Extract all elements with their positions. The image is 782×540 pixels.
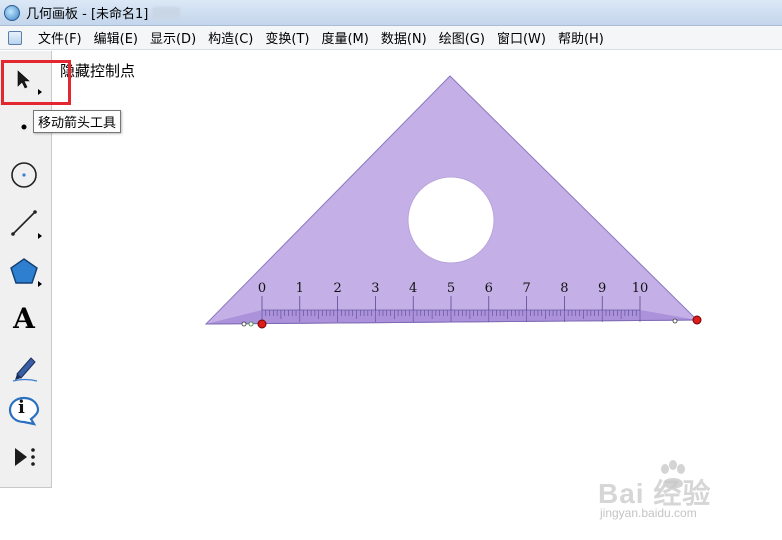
ruler-label: 9 — [598, 281, 606, 296]
text-a-icon: A — [13, 302, 35, 335]
info-glyph: i — [18, 397, 25, 418]
watermark: Bai 经验 jingyan.baidu.com — [598, 460, 748, 524]
document-icon[interactable] — [8, 30, 22, 45]
menu-edit[interactable]: 编辑(E) — [88, 28, 144, 47]
tool-information[interactable]: i — [4, 391, 44, 431]
watermark-url: jingyan.baidu.com — [600, 506, 697, 520]
menu-construct[interactable]: 构造(C) — [202, 28, 259, 47]
title-blur — [152, 6, 181, 19]
tooltip: 移动箭头工具 — [33, 110, 122, 133]
menu-transform[interactable]: 变换(T) — [259, 28, 315, 47]
menu-data[interactable]: 数据(N) — [375, 28, 433, 47]
menu-help[interactable]: 帮助(H) — [552, 28, 610, 47]
tool-marker[interactable] — [4, 347, 44, 387]
window-title: 几何画板 - [未命名1] — [26, 7, 149, 22]
line-segment-icon — [11, 210, 37, 236]
tool-straightedge[interactable] — [4, 203, 44, 243]
menu-file[interactable]: 文件(F) — [32, 28, 88, 47]
tool-polygon[interactable] — [4, 251, 44, 291]
ruler-label: 4 — [409, 281, 417, 296]
ruler-label: 5 — [447, 281, 455, 296]
tool-custom[interactable] — [4, 437, 44, 477]
ruler-label: 6 — [485, 281, 493, 296]
ruler-label: 2 — [333, 281, 341, 296]
tool-more-indicator — [38, 281, 42, 287]
app-icon — [4, 4, 20, 21]
triangle-hole — [407, 176, 495, 264]
point-icon — [21, 124, 27, 130]
small-point[interactable] — [241, 321, 247, 327]
small-point[interactable] — [248, 321, 254, 327]
tool-more-indicator — [38, 89, 42, 95]
small-point[interactable] — [672, 318, 678, 324]
menu-display[interactable]: 显示(D) — [144, 28, 202, 47]
tool-move-arrow[interactable] — [4, 59, 44, 99]
ruler-label: 7 — [522, 281, 530, 296]
triangle-ruler-drawing[interactable]: 0 1 2 3 4 5 6 7 8 9 10 — [200, 70, 720, 340]
control-point-left[interactable] — [257, 319, 267, 329]
ruler-label: 0 — [258, 281, 266, 296]
tool-text[interactable]: A — [4, 299, 44, 339]
tool-compass[interactable] — [4, 155, 44, 195]
play-more-icon — [15, 448, 35, 466]
ruler-label: 10 — [632, 281, 649, 296]
arrow-cursor-icon — [17, 70, 30, 89]
title-bar: 几何画板 - [未命名1] — [0, 0, 782, 26]
polygon-icon — [10, 258, 38, 284]
menu-window[interactable]: 窗口(W) — [491, 28, 552, 47]
menu-graph[interactable]: 绘图(G) — [433, 28, 491, 47]
ruler-label: 3 — [371, 281, 379, 296]
ruler-label: 1 — [296, 281, 304, 296]
marker-pen-icon — [12, 357, 38, 382]
hide-control-points-button[interactable]: 隐藏控制点 — [60, 60, 135, 81]
menu-measure[interactable]: 度量(M) — [315, 28, 374, 47]
tool-more-indicator — [38, 233, 42, 239]
compass-circle-icon — [11, 162, 37, 188]
control-point-right[interactable] — [692, 315, 702, 325]
ruler-label: 8 — [560, 281, 568, 296]
menu-bar: 文件(F) 编辑(E) 显示(D) 构造(C) 变换(T) 度量(M) 数据(N… — [0, 26, 782, 50]
